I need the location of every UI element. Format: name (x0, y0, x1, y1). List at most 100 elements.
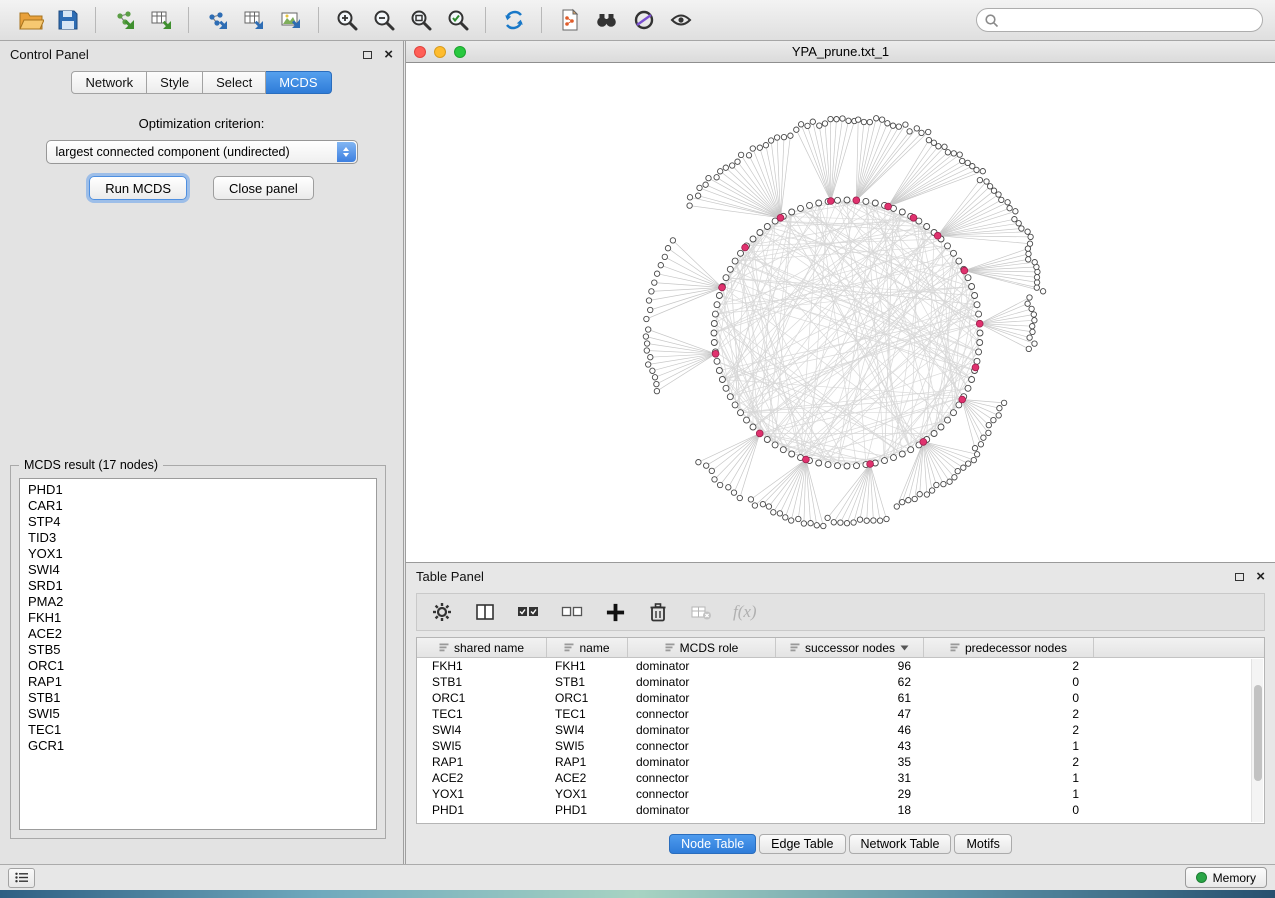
column-header-name[interactable]: name (547, 638, 628, 657)
table-row[interactable]: ORC1ORC1dominator610 (417, 690, 1251, 706)
export-network-button[interactable] (198, 4, 235, 36)
table-tabs: Node TableEdge TableNetwork TableMotifs (406, 834, 1275, 854)
table-row[interactable]: FKH1FKH1dominator962 (417, 658, 1251, 674)
column-header-label: shared name (454, 641, 524, 655)
tab-network[interactable]: Network (71, 71, 147, 94)
delete-column-icon[interactable] (647, 601, 669, 623)
table-row[interactable]: ACE2ACE2connector311 (417, 770, 1251, 786)
column-header-predecessor-nodes[interactable]: predecessor nodes (924, 638, 1094, 657)
unselect-all-icon[interactable] (561, 602, 584, 622)
cell-name: YOX1 (547, 787, 628, 801)
column-header-filler (1094, 638, 1264, 657)
mcds-result-item[interactable]: CAR1 (20, 498, 376, 514)
table-settings-gear-icon[interactable] (431, 601, 453, 623)
zoom-in-button[interactable] (328, 4, 365, 36)
cell-MCDS-role: dominator (628, 675, 776, 689)
toggle-details-icon (632, 8, 656, 32)
tab-network-table[interactable]: Network Table (849, 834, 952, 854)
select-all-icon[interactable] (517, 602, 540, 622)
table-row[interactable]: TEC1TEC1connector472 (417, 706, 1251, 722)
find-network-button[interactable] (588, 4, 625, 36)
apply-layout-button[interactable] (495, 4, 532, 36)
zoom-out-button[interactable] (365, 4, 402, 36)
table-row[interactable]: RAP1RAP1dominator352 (417, 754, 1251, 770)
criterion-dropdown[interactable]: largest connected component (undirected) (46, 140, 358, 164)
mcds-result-list[interactable]: PHD1CAR1STP4TID3YOX1SWI4SRD1PMA2FKH1ACE2… (19, 478, 377, 830)
zoom-selected-button[interactable] (439, 4, 476, 36)
toolbar-separator (95, 7, 96, 33)
mcds-result-item[interactable]: RAP1 (20, 674, 376, 690)
task-history-button[interactable] (8, 868, 35, 888)
show-hide-button[interactable] (662, 4, 699, 36)
mcds-result-item[interactable]: STP4 (20, 514, 376, 530)
column-header-MCDS-role[interactable]: MCDS role (628, 638, 776, 657)
window-minimize-button[interactable] (434, 46, 446, 58)
mcds-result-item[interactable]: SWI5 (20, 706, 376, 722)
toggle-details-button[interactable] (625, 4, 662, 36)
column-header-successor-nodes[interactable]: successor nodes (776, 638, 924, 657)
mcds-result-item[interactable]: FKH1 (20, 610, 376, 626)
mcds-result-item[interactable]: PMA2 (20, 594, 376, 610)
mcds-result-item[interactable]: TID3 (20, 530, 376, 546)
tab-edge-table[interactable]: Edge Table (759, 834, 845, 854)
open-session-button[interactable] (12, 4, 49, 36)
cell-successor-nodes: 18 (776, 803, 924, 817)
table-row[interactable]: SWI4SWI4dominator462 (417, 722, 1251, 738)
table-row[interactable]: SWI5SWI5connector431 (417, 738, 1251, 754)
mcds-result-item[interactable]: STB5 (20, 642, 376, 658)
export-image-button[interactable] (272, 4, 309, 36)
tab-style[interactable]: Style (147, 71, 203, 94)
window-zoom-button[interactable] (454, 46, 466, 58)
column-header-label: successor nodes (805, 641, 895, 655)
run-mcds-button[interactable]: Run MCDS (89, 176, 187, 200)
mcds-result-item[interactable]: STB1 (20, 690, 376, 706)
mcds-result-item[interactable]: SRD1 (20, 578, 376, 594)
column-header-shared-name[interactable]: shared name (417, 638, 547, 657)
cell-successor-nodes: 29 (776, 787, 924, 801)
import-network-button[interactable] (105, 4, 142, 36)
tab-select[interactable]: Select (203, 71, 266, 94)
scrollbar-thumb[interactable] (1254, 685, 1262, 781)
dropdown-stepper-icon[interactable] (337, 142, 356, 162)
table-row[interactable]: YOX1YOX1connector291 (417, 786, 1251, 802)
share-document-button[interactable] (551, 4, 588, 36)
mcds-result-item[interactable]: TEC1 (20, 722, 376, 738)
network-canvas[interactable] (406, 63, 1275, 562)
control-panel-titlebar: Control Panel × (0, 41, 403, 68)
sort-menu-chevron-icon[interactable] (900, 645, 909, 651)
zoom-fit-button[interactable] (402, 4, 439, 36)
memory-button[interactable]: Memory (1185, 867, 1267, 888)
cell-successor-nodes: 61 (776, 691, 924, 705)
import-table-button[interactable] (142, 4, 179, 36)
tab-motifs[interactable]: Motifs (954, 834, 1011, 854)
tab-node-table[interactable]: Node Table (669, 834, 756, 854)
float-panel-icon[interactable] (1235, 573, 1244, 581)
window-close-button[interactable] (414, 46, 426, 58)
cell-name: RAP1 (547, 755, 628, 769)
mcds-result-item[interactable]: PHD1 (20, 482, 376, 498)
mcds-result-group: MCDS result (17 nodes) PHD1CAR1STP4TID3Y… (10, 465, 386, 839)
float-panel-icon[interactable] (363, 51, 372, 59)
close-panel-icon[interactable]: × (1256, 569, 1265, 584)
tab-mcds[interactable]: MCDS (266, 71, 331, 94)
mcds-result-item[interactable]: YOX1 (20, 546, 376, 562)
table-row[interactable]: STB1STB1dominator620 (417, 674, 1251, 690)
search-box[interactable] (976, 8, 1263, 32)
mcds-result-item[interactable]: GCR1 (20, 738, 376, 754)
toolbar-separator (318, 7, 319, 33)
import-network-icon (112, 8, 136, 32)
cell-predecessor-nodes: 2 (924, 755, 1094, 769)
export-table-button[interactable] (235, 4, 272, 36)
close-panel-button[interactable]: Close panel (213, 176, 314, 200)
mcds-result-item[interactable]: ORC1 (20, 658, 376, 674)
close-panel-icon[interactable]: × (384, 47, 393, 62)
table-row[interactable]: PHD1PHD1dominator180 (417, 802, 1251, 818)
add-column-icon[interactable] (605, 602, 626, 623)
mcds-result-item[interactable]: ACE2 (20, 626, 376, 642)
save-session-button[interactable] (49, 4, 86, 36)
mcds-result-item[interactable]: SWI4 (20, 562, 376, 578)
table-vertical-scrollbar[interactable] (1251, 659, 1263, 822)
cell-shared-name: SWI4 (417, 723, 547, 737)
search-input[interactable] (1003, 12, 1255, 28)
show-columns-icon[interactable] (474, 601, 496, 623)
